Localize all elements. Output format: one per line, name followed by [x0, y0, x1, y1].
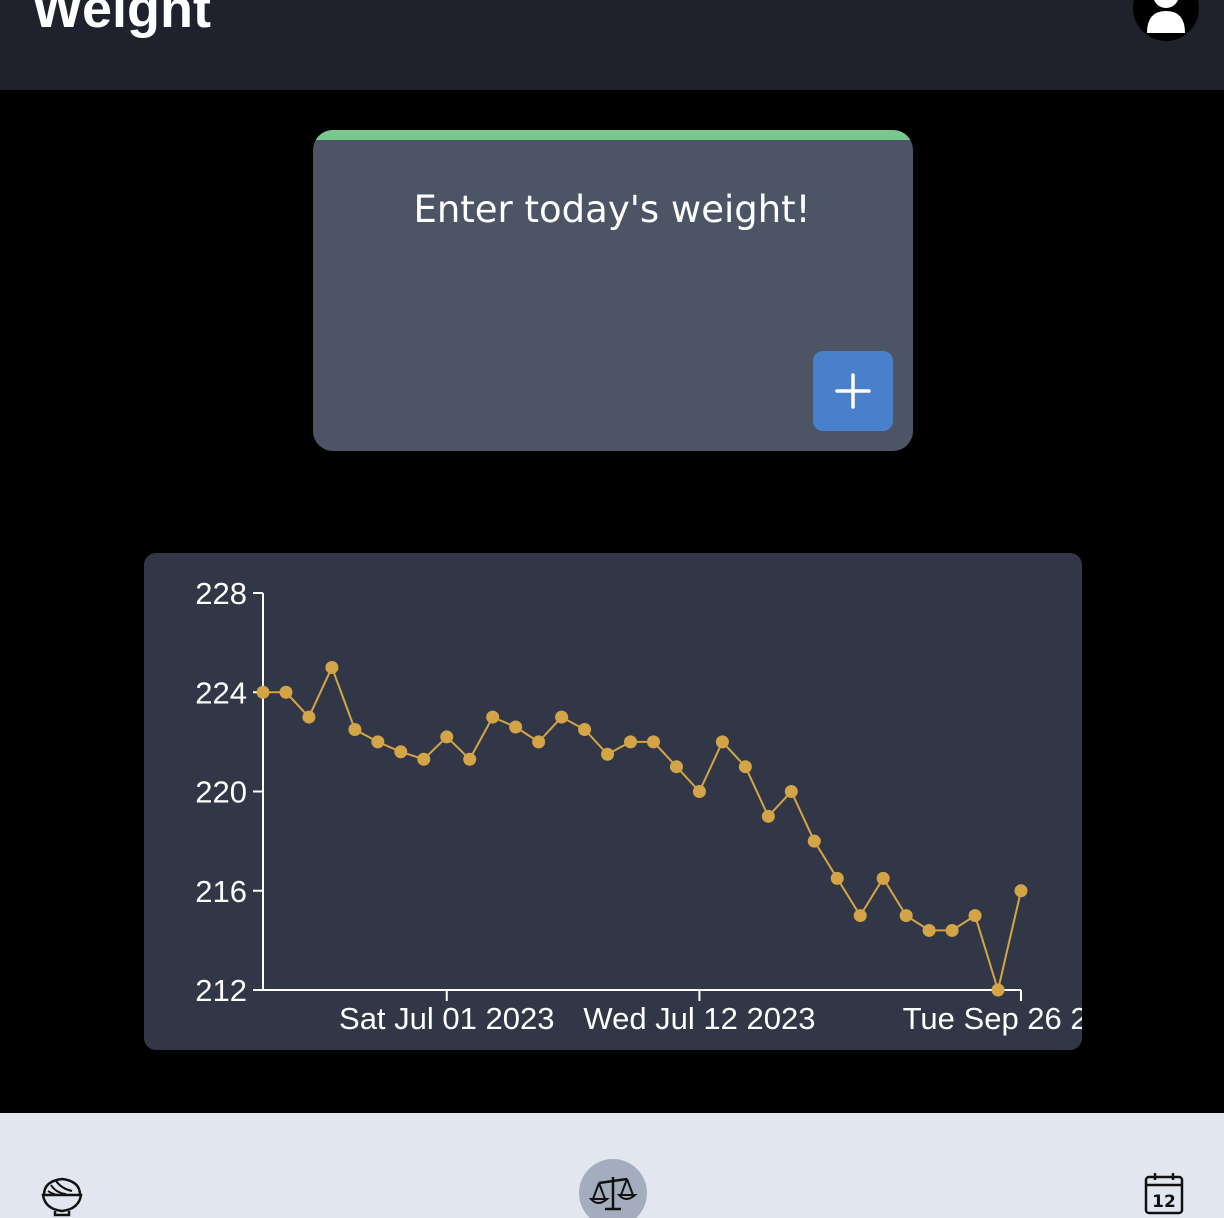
weight-data-point: [738, 760, 752, 774]
weight-data-point: [325, 660, 339, 674]
weight-data-point: [899, 909, 913, 923]
weight-data-point: [807, 834, 821, 848]
y-tick-label: 224: [195, 675, 247, 710]
weight-chart-card: 228 224 220 216 212 Sat Jul 01 2023 Wed Jul 12…: [144, 553, 1082, 1050]
weight-data-point: [646, 735, 660, 749]
weight-data-point: [784, 785, 798, 798]
nav-food-button[interactable]: [38, 1171, 86, 1218]
x-tick-label: Wed Jul 12 2023: [583, 1001, 815, 1036]
add-weight-button[interactable]: [813, 351, 893, 431]
nav-calendar-button[interactable]: 12: [1140, 1169, 1188, 1217]
weight-entry-prompt: Enter today's weight!: [413, 188, 811, 231]
weight-data-point: [279, 685, 293, 699]
x-tick-label: Tue Sep 26 2023: [903, 1001, 1082, 1036]
weight-data-point: [486, 710, 500, 724]
app-header: Weight: [0, 0, 1224, 90]
card-accent-bar: [313, 130, 913, 140]
weight-data-point: [394, 745, 408, 759]
weight-data-point: [417, 752, 431, 766]
plus-icon: [835, 373, 871, 409]
bottom-navigation: 12: [0, 1113, 1224, 1218]
weight-data-point: [853, 909, 867, 923]
weight-data-point: [715, 735, 729, 749]
calendar-icon: 12: [1144, 1173, 1184, 1215]
weight-data-point: [302, 710, 316, 724]
y-tick-label: 228: [195, 576, 247, 611]
weight-data-point: [1014, 884, 1028, 898]
weight-data-point: [945, 923, 959, 937]
y-tick-label: 220: [195, 775, 247, 810]
profile-avatar-button[interactable]: [1133, 0, 1199, 41]
weight-data-point: [601, 747, 615, 761]
weight-data-point: [624, 735, 638, 749]
page-title: Weight: [32, 0, 211, 39]
weight-series-line: [263, 664, 1022, 994]
weight-data-point: [532, 735, 546, 749]
user-icon: [1147, 0, 1185, 33]
x-tick-label: Sat Jul 01 2023: [339, 1001, 554, 1036]
weight-data-point: [509, 720, 523, 734]
weight-data-point: [371, 735, 385, 749]
y-tick-label: 212: [195, 973, 247, 1008]
calendar-day-text: 12: [1152, 1192, 1176, 1212]
weight-data-point: [555, 710, 569, 724]
weight-data-point: [991, 983, 1005, 997]
weight-data-point: [692, 785, 706, 798]
weight-data-point: [968, 909, 982, 923]
food-bowl-icon: [41, 1177, 83, 1217]
weight-data-point: [256, 685, 270, 699]
weight-data-point: [830, 871, 844, 885]
weight-data-point: [669, 760, 683, 774]
weight-line-chart: 228 224 220 216 212 Sat Jul 01 2023 Wed Jul 12…: [195, 576, 1082, 1036]
weight-data-point: [440, 730, 454, 744]
weight-data-point: [578, 722, 592, 736]
y-tick-label: 216: [195, 874, 247, 909]
weight-data-point: [348, 722, 362, 736]
weight-data-point: [463, 752, 477, 766]
scale-icon: [588, 1177, 638, 1211]
weight-data-point: [922, 923, 936, 937]
weight-data-point: [761, 809, 775, 823]
weight-data-point: [876, 871, 890, 885]
nav-weight-button[interactable]: [579, 1159, 647, 1218]
